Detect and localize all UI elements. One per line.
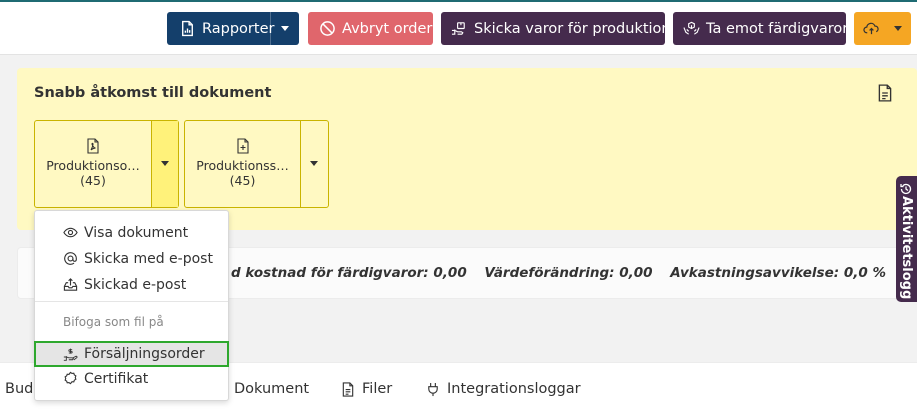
- menu-item-label: Certifikat: [84, 370, 149, 387]
- cloud-upload-icon: [863, 22, 879, 35]
- menu-item-certificate[interactable]: Certifikat: [35, 367, 228, 390]
- cancel-order-button[interactable]: Avbryt order: [308, 12, 433, 45]
- document-card-dropdown-toggle[interactable]: [300, 121, 328, 207]
- cloud-upload-button[interactable]: [854, 12, 911, 45]
- activity-log-tab[interactable]: Aktivitetslogg: [896, 176, 917, 302]
- chevron-down-icon: [161, 161, 169, 166]
- menu-item-send-email[interactable]: Skicka med e-post: [35, 247, 228, 270]
- reports-split-divider: [270, 12, 271, 45]
- tab-documents[interactable]: Dokument: [234, 381, 309, 397]
- activity-log-label: Aktivitetslogg: [899, 196, 914, 300]
- top-toolbar: Rapporter Avbryt order Skicka varor för …: [0, 0, 917, 55]
- at-sign-icon: [64, 252, 77, 265]
- cost-summary-text: d kostnad för färdigvaror: 0,00 Värdeför…: [231, 265, 899, 281]
- finished-goods-cost: d kostnad för färdigvaror: 0,00: [231, 265, 467, 281]
- ban-icon: [320, 21, 335, 36]
- history-icon: [900, 183, 912, 195]
- menu-divider: [35, 301, 228, 302]
- hand-money-icon: [63, 348, 78, 361]
- quick-access-panel: Snabb åtkomst till dokument Produktionso…: [17, 68, 917, 230]
- receive-finished-goods-button[interactable]: Ta emot färdigvaror: [673, 12, 849, 45]
- tab-integration-logs[interactable]: Integrationsloggar: [426, 381, 581, 397]
- menu-item-label: Skicka med e-post: [84, 250, 213, 267]
- tab-integration-logs-label: Integrationsloggar: [447, 381, 581, 397]
- report-file-icon: [182, 20, 193, 37]
- quick-access-title: Snabb åtkomst till dokument: [34, 85, 272, 101]
- plug-icon: [428, 382, 438, 396]
- hand-package-icon: [451, 22, 465, 35]
- file-icon: [342, 381, 354, 397]
- chevron-down-icon[interactable]: [894, 26, 902, 31]
- document-card-dropdown-toggle[interactable]: [151, 121, 178, 207]
- receive-finished-goods-label: Ta emot färdigvaror: [706, 20, 849, 37]
- send-for-production-button[interactable]: Skicka varor för produktion: [441, 12, 671, 45]
- tab-documents-label: Dokument: [234, 381, 310, 397]
- tab-files[interactable]: Filer: [341, 381, 392, 397]
- inbox-upload-icon: [63, 278, 78, 291]
- send-for-production-label: Skicka varor för produktion: [474, 20, 671, 37]
- document-card-name: Produktionso…: [46, 158, 140, 173]
- certificate-seal-icon: [64, 371, 77, 385]
- menu-attach-header: Bifoga som fil på: [63, 315, 164, 329]
- document-card-name: Produktionss…: [196, 158, 289, 173]
- document-card-count: (45): [229, 173, 256, 188]
- pdf-file-icon: [87, 138, 99, 154]
- document-icon[interactable]: [877, 84, 893, 102]
- app-root: Rapporter Avbryt order Skicka varor för …: [0, 0, 917, 409]
- document-card-production-spec: Produktionss… (45): [184, 120, 329, 208]
- menu-item-sales-order[interactable]: Försäljningsorder: [34, 341, 229, 367]
- chevron-down-icon: [310, 161, 318, 166]
- hands-receive-icon: [683, 21, 700, 35]
- menu-item-view-document[interactable]: Visa dokument: [35, 221, 228, 244]
- cancel-order-label: Avbryt order: [342, 20, 433, 37]
- eye-icon: [63, 227, 78, 238]
- reports-button[interactable]: Rapporter: [167, 12, 299, 45]
- menu-item-label: Visa dokument: [84, 224, 189, 241]
- value-change: Värdeförändring: 0,00: [484, 265, 653, 281]
- document-card-open[interactable]: Produktionss… (45): [185, 121, 300, 207]
- reports-button-label: Rapporter: [202, 20, 275, 37]
- yield-deviation: Avkastningsavvikelse: 0,0 %: [670, 265, 886, 281]
- menu-item-label: Skickad e-post: [84, 276, 187, 293]
- document-actions-menu: Visa dokument Skicka med e-post Skickad …: [34, 210, 229, 401]
- menu-item-label: Försäljningsorder: [84, 346, 205, 362]
- document-card-count: (45): [80, 173, 106, 188]
- document-card-production-order: Produktionso… (45): [34, 120, 179, 208]
- tab-files-label: Filer: [362, 381, 393, 397]
- menu-item-sent-email[interactable]: Skickad e-post: [35, 273, 228, 296]
- file-plus-icon: [236, 138, 249, 154]
- chevron-down-icon[interactable]: [281, 26, 289, 31]
- document-card-open[interactable]: Produktionso… (45): [35, 121, 151, 207]
